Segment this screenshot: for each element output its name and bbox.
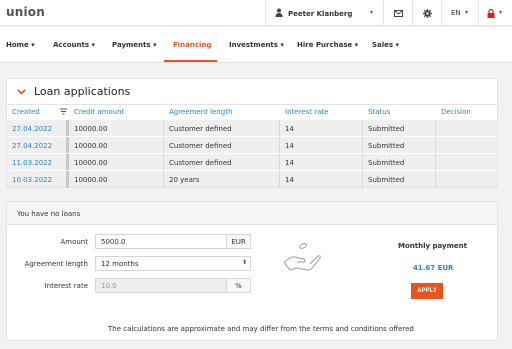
column-separator [163,171,164,188]
status-cell: Submitted [368,142,405,150]
nav-item-sales[interactable]: Sales ▾ [372,41,399,49]
filter-icon[interactable] [60,108,67,117]
credit-amount-cell: 10000.00 [74,125,108,133]
column-header-status[interactable]: Status [368,108,390,116]
nav-item-investments[interactable]: Investments ▾ [229,41,284,49]
column-separator [279,137,280,154]
agreement-length-cell: Customer defined [169,159,232,167]
table-row[interactable]: 27.04.2022 10000.00 Customer defined 14 … [7,119,497,137]
apply-button[interactable]: APPLY [411,283,443,299]
created-cell[interactable]: 10.03.2022 [12,176,52,184]
interest-rate-label: Interest rate [44,282,88,290]
interest-rate-input: 10.0 [95,278,227,293]
loan-applications-panel: Loan applications Created Credit amount … [6,78,498,188]
panel-title: You have no loans [17,210,81,218]
divider [265,0,266,26]
nav-item-financing[interactable]: Financing [173,41,211,49]
credit-amount-cell: 10000.00 [74,142,108,150]
nav-item-accounts[interactable]: Accounts ▾ [53,41,95,49]
agreement-length-cell: Customer defined [169,142,232,150]
monthly-payment-value: 41.67 EUR [413,264,454,272]
divider [383,0,384,26]
nav-item-hire-purchase[interactable]: Hire Purchase ▾ [297,41,358,49]
column-header-credit-amount[interactable]: Credit amount [74,108,124,116]
column-separator [435,171,436,188]
column-separator [66,120,69,137]
column-header-agreement-length[interactable]: Agreement length [169,108,232,116]
agreement-length-select[interactable]: 12 months [95,256,251,271]
credit-amount-cell: 10000.00 [74,159,108,167]
chevron-down-icon[interactable] [17,85,26,98]
credit-amount-cell: 10000.00 [74,176,108,184]
language-selector[interactable]: EN [451,9,461,17]
currency-addon: EUR [226,234,251,249]
percent-addon: % [226,278,251,293]
status-cell: Submitted [368,125,405,133]
column-header-interest-rate[interactable]: Interest rate [285,108,328,116]
agreement-length-cell: Customer defined [169,125,232,133]
interest-rate-cell: 14 [285,176,294,184]
column-separator [279,154,280,171]
column-header-decision[interactable]: Decision [441,108,471,116]
user-menu[interactable]: Peeter Klanberg [275,8,352,19]
gear-icon[interactable] [421,7,433,19]
amount-input[interactable]: 5000.0 [95,234,227,249]
amount-label: Amount [60,238,88,246]
column-separator [435,137,436,154]
interest-rate-cell: 14 [285,159,294,167]
column-separator [279,171,280,188]
column-separator [362,154,363,171]
table-row[interactable]: 10.03.2022 10000.00 20 years 14 Submitte… [7,170,497,188]
column-separator [163,154,164,171]
column-separator [163,137,164,154]
hand-coin-icon [282,240,322,278]
active-tab-indicator [164,60,217,62]
column-separator [66,137,69,154]
column-separator [66,171,69,188]
agreement-length-cell: 20 years [169,176,200,184]
top-bar: union Peeter Klanberg ▾ EN ▾ ▾ [0,0,512,26]
chevron-down-icon[interactable]: ▾ [499,9,502,16]
created-cell[interactable]: 27.04.2022 [12,125,52,133]
divider [478,0,479,26]
divider [441,0,442,26]
main-nav: Home ▾ Accounts ▾ Payments ▾ Financing I… [0,27,512,63]
status-cell: Submitted [368,159,405,167]
column-separator [362,137,363,154]
table-row[interactable]: 27.04.2022 10000.00 Customer defined 14 … [7,136,497,154]
chevron-down-icon[interactable]: ▾ [370,9,373,16]
created-cell[interactable]: 27.04.2022 [12,142,52,150]
mail-icon[interactable] [392,7,404,19]
column-separator [435,154,436,171]
panel-title[interactable]: Loan applications [17,85,130,98]
nav-item-home[interactable]: Home ▾ [6,41,35,49]
panel-header: You have no loans [7,202,497,225]
agreement-length-label: Agreement length [24,260,88,268]
user-icon [275,8,283,19]
column-separator [362,120,363,137]
column-separator [66,154,69,171]
nav-item-payments[interactable]: Payments ▾ [112,41,157,49]
column-separator [279,120,280,137]
divider [7,104,497,105]
interest-rate-cell: 14 [285,125,294,133]
column-separator [362,171,363,188]
column-separator [163,120,164,137]
divider [412,0,413,26]
interest-rate-cell: 14 [285,142,294,150]
table-row[interactable]: 11.03.2022 10000.00 Customer defined 14 … [7,153,497,171]
user-name: Peeter Klanberg [288,9,353,18]
lock-icon[interactable] [485,7,497,19]
select-arrows-icon[interactable]: ⬍ [242,259,247,266]
monthly-payment-label: Monthly payment [398,242,467,250]
status-cell: Submitted [368,176,405,184]
created-cell[interactable]: 11.03.2022 [12,159,52,167]
column-separator [435,120,436,137]
union-logo[interactable]: union [6,5,45,19]
column-header-created[interactable]: Created [12,108,40,116]
chevron-down-icon[interactable]: ▾ [465,9,468,16]
disclaimer-text: The calculations are approximate and may… [108,325,414,333]
